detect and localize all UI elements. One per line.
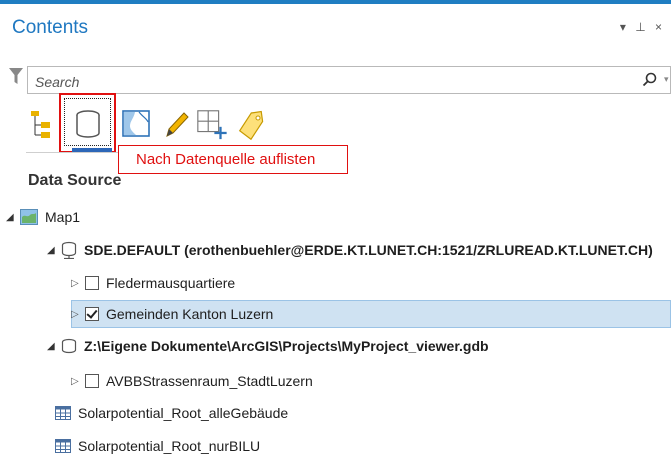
search-input[interactable] [33, 71, 627, 93]
expand-arrow-icon[interactable]: ◢ [47, 245, 57, 256]
list-by-editing-button[interactable] [160, 104, 194, 144]
list-by-snapping-button[interactable] [195, 104, 229, 144]
label-tag-icon [238, 110, 264, 141]
tree-table-row[interactable]: Solarpotential_Root_nurBILU [55, 431, 260, 461]
close-button[interactable]: × [655, 20, 665, 34]
list-by-selection-button[interactable] [120, 104, 154, 144]
tree-layer-row[interactable]: ▷ Gemeinden Kanton Luzern [71, 299, 273, 329]
tree-map-row[interactable]: ◢ Map1 [6, 202, 80, 232]
layer-visibility-checkbox[interactable] [85, 276, 99, 290]
tree-table-label: Solarpotential_Root_nurBILU [78, 438, 261, 454]
collapsed-arrow-icon[interactable]: ▷ [71, 309, 81, 320]
collapsed-arrow-icon[interactable]: ▷ [71, 376, 81, 387]
pane-top-accent [0, 0, 671, 4]
tree-table-row[interactable]: Solarpotential_Root_alleGebäude [55, 398, 288, 428]
snapping-grid-icon [197, 110, 227, 140]
pane-controls: ▾ ⊥ × [620, 20, 665, 34]
search-box: ▾ [27, 66, 671, 94]
expand-arrow-icon[interactable]: ◢ [47, 341, 57, 352]
search-icon[interactable] [642, 72, 658, 88]
pane-menu-button[interactable]: ▾ [620, 20, 629, 34]
layer-visibility-checkbox[interactable] [85, 307, 99, 321]
tree-layer-row[interactable]: ▷ Fledermausquartiere [71, 268, 235, 298]
tooltip-list-by-data-source: Nach Datenquelle auflisten [118, 145, 348, 174]
database-icon [76, 110, 100, 138]
search-options-chevron-icon[interactable]: ▾ [664, 74, 669, 85]
pane-title: Contents [12, 17, 89, 38]
tree-source-row[interactable]: ◢ Z:\Eigene Dokumente\ArcGIS\Projects\My… [47, 331, 489, 361]
table-icon [55, 439, 71, 453]
tree-source-label: SDE.DEFAULT (erothenbuehler@ERDE.KT.LUNE… [84, 242, 653, 258]
file-geodatabase-icon [61, 338, 77, 354]
tree-layer-row[interactable]: ▷ AVBBStrassenraum_StadtLuzern [71, 366, 313, 396]
tree-map-label: Map1 [45, 209, 81, 225]
filter-icon[interactable] [9, 67, 23, 85]
expand-arrow-icon[interactable]: ◢ [6, 212, 16, 223]
tree-source-label: Z:\Eigene Dokumente\ArcGIS\Projects\MyPr… [84, 338, 489, 354]
tree-layer-label: Gemeinden Kanton Luzern [106, 306, 274, 322]
list-by-labeling-button[interactable] [235, 104, 269, 144]
section-heading: Data Source [28, 172, 122, 189]
tree-table-label: Solarpotential_Root_alleGebäude [78, 405, 289, 421]
list-by-data-source-icon-wrap [71, 104, 105, 144]
table-icon [55, 406, 71, 420]
pin-button[interactable]: ⊥ [635, 20, 648, 34]
list-by-drawing-order-button[interactable] [25, 104, 59, 144]
collapsed-arrow-icon[interactable]: ▷ [71, 278, 81, 289]
database-connection-icon [61, 241, 77, 259]
pencil-icon [166, 112, 189, 137]
tree-layer-label: AVBBStrassenraum_StadtLuzern [106, 373, 313, 389]
map-icon [20, 209, 38, 225]
tree-source-row[interactable]: ◢ SDE.DEFAULT (erothenbuehler@ERDE.KT.LU… [47, 235, 653, 265]
layer-visibility-checkbox[interactable] [85, 374, 99, 388]
toolbar-separator [26, 152, 126, 153]
drawing-order-icon [31, 111, 50, 138]
map-selection-icon [122, 110, 150, 137]
tree-layer-label: Fledermausquartiere [106, 275, 236, 291]
